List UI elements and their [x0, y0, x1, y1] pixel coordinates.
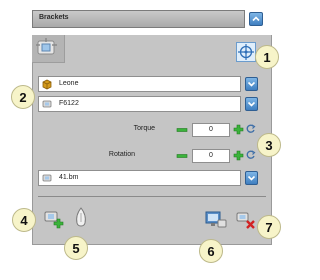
plus-icon — [233, 124, 244, 135]
add-bracket-button[interactable] — [43, 208, 65, 230]
file-select[interactable]: 41.bm — [38, 170, 241, 186]
panel-title: Brackets — [39, 14, 69, 21]
divider — [38, 196, 266, 197]
callout-7: 7 — [257, 215, 281, 239]
file-value: 41.bm — [59, 174, 79, 181]
product-value: F6122 — [59, 100, 79, 107]
view-bracket-button[interactable] — [204, 209, 228, 231]
minus-icon — [176, 154, 188, 158]
bracket-icon — [41, 172, 53, 184]
manufacturer-value: Leone — [59, 80, 79, 87]
rotation-decrease-button[interactable] — [176, 151, 188, 161]
file-dropdown-button[interactable] — [245, 171, 258, 185]
plus-icon — [233, 150, 244, 161]
tooth-button[interactable] — [74, 207, 88, 229]
torque-input[interactable]: 0 — [192, 123, 230, 137]
chevron-down-icon — [247, 101, 256, 107]
callout-4: 4 — [12, 208, 36, 232]
torque-increase-button[interactable] — [233, 124, 244, 135]
bracket-icon — [41, 98, 53, 110]
add-bracket-icon — [44, 211, 64, 229]
chevron-up-icon — [252, 16, 260, 22]
position-target-button[interactable] — [236, 42, 256, 62]
chevron-down-icon — [247, 81, 256, 87]
product-select[interactable]: F6122 — [38, 96, 241, 112]
rotation-reset-button[interactable] — [245, 149, 256, 161]
chevron-down-icon — [247, 175, 256, 181]
manufacturer-icon — [41, 78, 53, 90]
bracket-tool-icon — [36, 38, 57, 55]
torque-reset-button[interactable] — [245, 123, 256, 135]
manufacturer-select[interactable]: Leone — [38, 76, 241, 92]
reset-icon — [246, 150, 256, 159]
callout-3: 3 — [257, 133, 281, 157]
minus-icon — [176, 128, 188, 132]
brackets-tab[interactable] — [32, 35, 65, 63]
callout-6: 6 — [199, 239, 223, 263]
remove-bracket-icon — [236, 212, 255, 229]
manufacturer-dropdown-button[interactable] — [245, 77, 258, 91]
callout-5: 5 — [64, 236, 88, 260]
callout-2: 2 — [11, 85, 35, 109]
reset-icon — [246, 124, 256, 133]
rotation-increase-button[interactable] — [233, 150, 244, 161]
remove-bracket-button[interactable] — [236, 210, 256, 230]
collapse-button[interactable] — [249, 12, 263, 26]
rotation-input[interactable]: 0 — [192, 149, 230, 163]
torque-label: Torque — [133, 125, 155, 132]
rotation-label: Rotation — [108, 151, 135, 158]
crosshair-icon — [236, 42, 256, 62]
product-dropdown-button[interactable] — [245, 97, 258, 111]
monitor-bracket-icon — [205, 211, 227, 228]
callout-1: 1 — [255, 45, 279, 69]
tooth-icon — [76, 207, 86, 227]
torque-decrease-button[interactable] — [176, 125, 188, 135]
panel-title-bar: Brackets — [32, 10, 245, 28]
